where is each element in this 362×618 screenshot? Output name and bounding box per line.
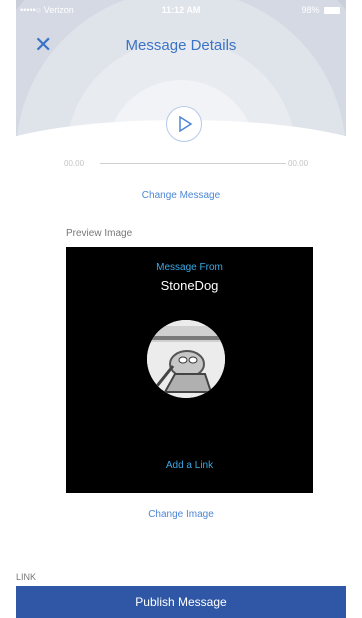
start-time: 00.00 (64, 159, 85, 168)
avatar (147, 320, 225, 398)
play-icon (179, 116, 193, 132)
add-link-button[interactable]: Add a Link (66, 460, 313, 471)
publish-button[interactable]: Publish Message (16, 586, 346, 618)
battery-percent: 98% (301, 5, 320, 15)
battery-icon (324, 7, 340, 15)
end-time: 00.00 (288, 159, 309, 168)
change-message-link[interactable]: Change Message (16, 190, 346, 201)
progress-track[interactable] (100, 163, 286, 164)
preview-image: Message From StoneDog Add a Link (66, 247, 313, 493)
play-button[interactable] (166, 106, 202, 142)
change-image-link[interactable]: Change Image (16, 509, 346, 520)
avatar-art (147, 320, 225, 398)
status-bar: •••••○ Verizon 11:12 AM 98% (16, 3, 346, 19)
message-from-label: Message From (156, 262, 223, 273)
phone-screen: •••••○ Verizon 11:12 AM 98% ✕ Message De… (16, 0, 346, 618)
battery-status: 98% (301, 5, 340, 15)
link-label: LINK (16, 572, 37, 582)
preview-label: Preview Image (66, 228, 133, 239)
page-title: Message Details (125, 37, 237, 54)
clock: 11:12 AM (161, 5, 201, 15)
sender-name: StoneDog (160, 278, 219, 293)
